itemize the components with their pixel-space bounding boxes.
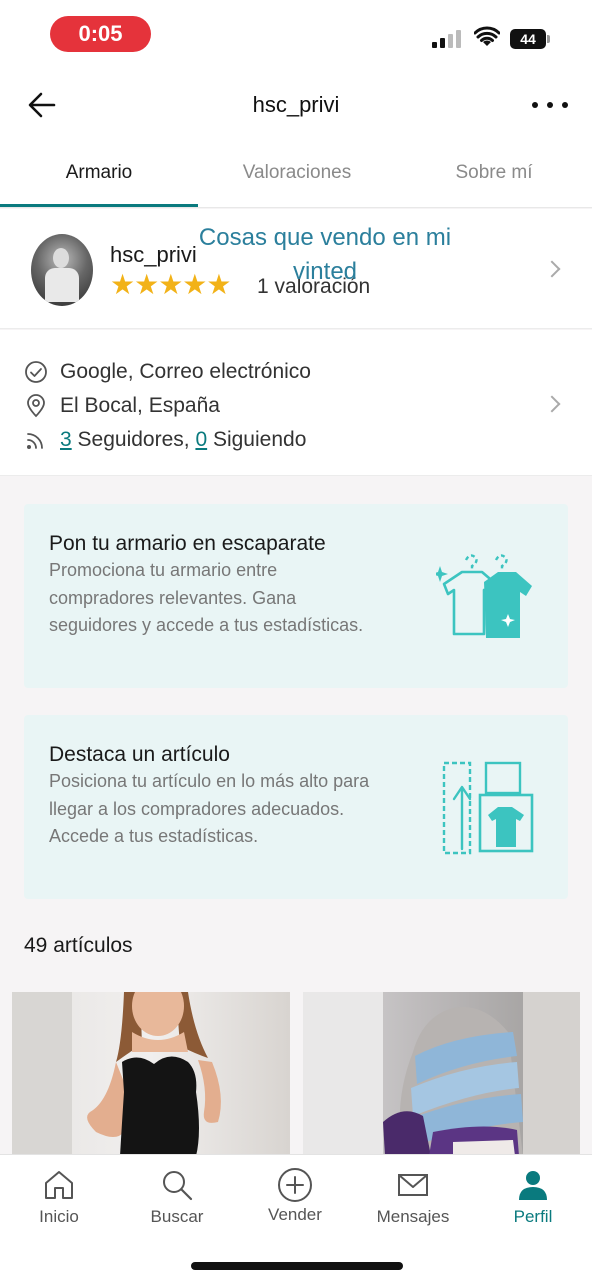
more-options-icon[interactable]: [532, 102, 568, 110]
profile-summary[interactable]: hsc_privi ★★★★★ 1 valoración Cosas que v…: [0, 209, 592, 329]
promo-description: Promociona tu armario entre compradores …: [49, 560, 364, 635]
check-circle-icon: [25, 361, 47, 383]
tab-valoraciones[interactable]: Valoraciones: [198, 162, 396, 184]
clothes-hangers-icon: [436, 554, 532, 638]
chevron-right-icon: [543, 260, 561, 278]
person-icon: [519, 1171, 547, 1200]
verification-line: Google, Correo electrónico: [24, 357, 311, 387]
location-pin-icon: [27, 394, 45, 418]
chevron-right-icon: [543, 395, 561, 413]
item-photo-image: [12, 992, 221, 1156]
tab-armario[interactable]: Armario: [0, 162, 198, 184]
promo-title: Pon tu armario en escaparate: [49, 532, 326, 555]
page-title: hsc_privi: [252, 92, 340, 117]
item-photo-dress[interactable]: [12, 992, 290, 1156]
nav-perfil[interactable]: Perfil: [474, 1163, 592, 1227]
promo-card-wardrobe-spotlight[interactable]: Pon tu armario en escaparate Promociona …: [24, 504, 568, 688]
battery-icon: 44: [510, 29, 550, 49]
home-indicator[interactable]: [191, 1262, 403, 1270]
nav-vender[interactable]: Vender: [236, 1163, 354, 1225]
active-tab-indicator: [0, 204, 198, 207]
nav-label: Vender: [268, 1205, 322, 1224]
nav-label: Buscar: [150, 1207, 204, 1226]
mail-icon: [398, 1174, 428, 1196]
promo-title: Destaca un artículo: [49, 743, 230, 766]
followers-label: Seguidores,: [71, 428, 196, 451]
home-icon: [45, 1171, 73, 1199]
avatar: [31, 234, 93, 306]
cellular-signal-icon: [432, 30, 462, 48]
status-bar: 0:05 44: [0, 0, 592, 70]
verification-text: Google, Correo electrónico: [60, 360, 311, 383]
location-text: El Bocal, España: [60, 394, 220, 417]
nav-buscar[interactable]: Buscar: [118, 1163, 236, 1227]
video-caption-overlay: Cosas que vendo en mi vinted: [198, 224, 452, 285]
following-count-link[interactable]: 0: [195, 428, 207, 452]
search-icon: [163, 1171, 193, 1201]
promo-description: Posiciona tu artículo en lo más alto par…: [49, 771, 370, 846]
nav-label: Mensajes: [376, 1207, 450, 1226]
nav-mensajes[interactable]: Mensajes: [354, 1163, 472, 1227]
status-time: 0:05: [50, 16, 151, 52]
boost-item-icon: [442, 761, 534, 855]
nav-inicio[interactable]: Inicio: [0, 1163, 118, 1227]
item-photo-sneakers[interactable]: [303, 992, 580, 1156]
profile-tabs: Armario Valoraciones Sobre mí: [0, 138, 592, 208]
items-count: 49 artículos: [24, 934, 133, 957]
item-photo-image: [303, 992, 580, 1156]
nav-label: Inicio: [39, 1207, 79, 1226]
followers-count-link[interactable]: 3: [60, 428, 72, 452]
promo-card-bump-item[interactable]: Destaca un artículo Posiciona tu artícul…: [24, 715, 568, 899]
following-label: Siguiendo: [207, 428, 307, 451]
rss-feed-icon: [27, 433, 43, 449]
location-line: El Bocal, España: [24, 391, 220, 421]
followers-line: 3 Seguidores, 0 Siguiendo: [24, 425, 306, 455]
tab-sobre-mi[interactable]: Sobre mí: [396, 162, 592, 184]
plus-circle-icon: [278, 1168, 312, 1202]
top-app-bar: hsc_privi: [0, 70, 592, 138]
nav-label: Perfil: [513, 1207, 553, 1226]
wifi-icon: [474, 26, 500, 46]
profile-details[interactable]: Google, Correo electrónico El Bocal, Esp…: [0, 330, 592, 476]
